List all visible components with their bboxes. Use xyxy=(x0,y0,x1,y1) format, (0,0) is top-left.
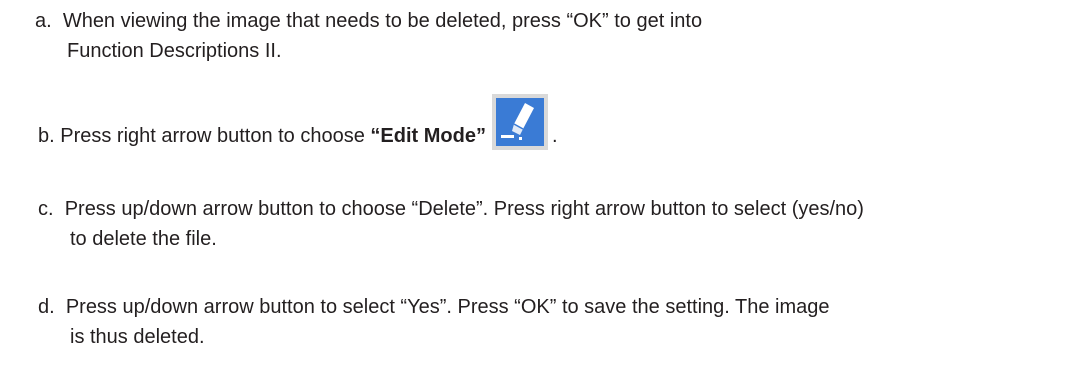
step-a-text-1: When viewing the image that needs to be … xyxy=(62,10,703,32)
step-d: d. Press up/down arrow button to select … xyxy=(38,292,830,352)
step-b-prefix: b. xyxy=(38,125,55,147)
step-d-text-2: is thus deleted. xyxy=(70,326,205,348)
step-a: a. When viewing the image that needs to … xyxy=(35,6,702,66)
step-a-prefix: a. xyxy=(35,10,52,32)
step-d-prefix: d. xyxy=(38,296,55,318)
step-c-line-1: c. Press up/down arrow button to choose … xyxy=(38,194,864,224)
step-c-prefix: c. xyxy=(38,198,54,220)
step-c-text-2: to delete the file. xyxy=(70,228,217,250)
step-c: c. Press up/down arrow button to choose … xyxy=(38,194,864,254)
step-d-line-1: d. Press up/down arrow button to select … xyxy=(38,292,830,322)
step-b-period: . xyxy=(551,125,558,147)
step-b-bold-text: “Edit Mode” xyxy=(370,125,486,147)
step-a-text-2: Function Descriptions II. xyxy=(67,40,282,62)
step-c-text-1: Press up/down arrow button to choose “De… xyxy=(64,198,864,220)
edit-mode-icon xyxy=(491,94,548,150)
step-d-text-1: Press up/down arrow button to select “Ye… xyxy=(65,296,830,318)
step-b-text: Press right arrow button to choose xyxy=(60,125,365,147)
step-a-line-1: a. When viewing the image that needs to … xyxy=(35,6,702,36)
step-b: b. Press right arrow button to choose “E… xyxy=(38,94,558,164)
